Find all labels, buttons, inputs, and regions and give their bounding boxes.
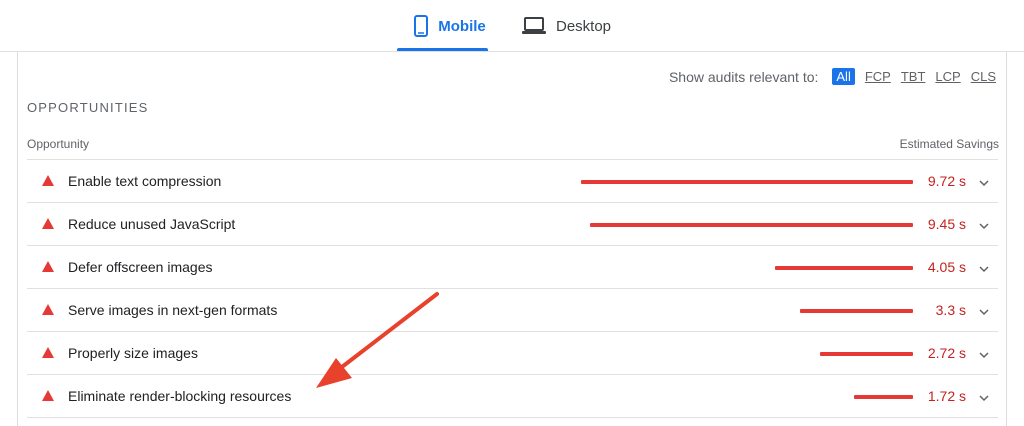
opportunity-row[interactable]: Serve images in next-gen formats 3.3 s bbox=[27, 289, 998, 332]
smartphone-icon bbox=[414, 15, 429, 37]
filter-chip-all[interactable]: All bbox=[832, 68, 855, 85]
filter-chip-fcp[interactable]: FCP bbox=[865, 69, 891, 84]
warning-triangle-icon bbox=[42, 175, 54, 186]
tab-desktop-label: Desktop bbox=[556, 17, 612, 35]
savings-bar bbox=[590, 223, 913, 227]
opportunity-title: Defer offscreen images bbox=[68, 259, 213, 275]
savings-value: 4.05 s bbox=[927, 259, 966, 275]
savings-bar bbox=[800, 309, 913, 313]
savings-bar bbox=[820, 352, 913, 356]
warning-triangle-icon bbox=[42, 304, 54, 315]
warning-triangle-icon bbox=[42, 218, 54, 229]
opportunity-row[interactable]: Properly size images 2.72 s bbox=[27, 332, 998, 375]
warning-triangle-icon bbox=[42, 390, 54, 401]
savings-bar bbox=[774, 266, 913, 270]
filter-chip-tbt[interactable]: TBT bbox=[901, 69, 926, 84]
chevron-down-icon[interactable] bbox=[979, 261, 989, 273]
filter-chip-lcp[interactable]: LCP bbox=[935, 69, 960, 84]
device-tabs-bar: Mobile Desktop bbox=[0, 0, 1024, 52]
laptop-icon bbox=[522, 17, 546, 35]
opportunity-title: Serve images in next-gen formats bbox=[68, 302, 278, 318]
savings-bar bbox=[581, 180, 913, 184]
filter-chip-cls[interactable]: CLS bbox=[971, 69, 996, 84]
savings-bar bbox=[854, 395, 913, 399]
opportunity-title: Enable text compression bbox=[68, 173, 222, 189]
tab-mobile[interactable]: Mobile bbox=[412, 0, 488, 52]
opportunities-panel: Show audits relevant to: All FCP TBT LCP… bbox=[17, 52, 1007, 426]
chevron-down-icon[interactable] bbox=[979, 218, 989, 230]
device-tabs: Mobile Desktop bbox=[0, 0, 1024, 52]
tab-mobile-label: Mobile bbox=[438, 17, 486, 35]
chevron-down-icon[interactable] bbox=[979, 347, 989, 359]
savings-value: 1.72 s bbox=[927, 388, 966, 404]
chevron-down-icon[interactable] bbox=[979, 175, 989, 187]
column-header-savings: Estimated Savings bbox=[899, 137, 999, 151]
opportunity-title: Eliminate render-blocking resources bbox=[68, 388, 292, 404]
column-header-opportunity: Opportunity bbox=[27, 137, 90, 151]
savings-value: 9.45 s bbox=[927, 216, 966, 232]
column-header: Opportunity Estimated Savings bbox=[27, 137, 999, 151]
opportunity-row[interactable]: Enable text compression 9.72 s bbox=[27, 160, 998, 203]
opportunity-row[interactable]: Defer offscreen images 4.05 s bbox=[27, 246, 998, 289]
savings-value: 3.3 s bbox=[935, 302, 966, 318]
opportunity-title: Properly size images bbox=[68, 345, 198, 361]
section-title: OPPORTUNITIES bbox=[27, 100, 149, 115]
opportunity-title: Reduce unused JavaScript bbox=[68, 216, 236, 232]
chevron-down-icon[interactable] bbox=[979, 304, 989, 316]
audit-filter: Show audits relevant to: All FCP TBT LCP… bbox=[669, 68, 996, 85]
warning-triangle-icon bbox=[42, 347, 54, 358]
opportunity-row[interactable]: Reduce unused JavaScript 9.45 s bbox=[27, 203, 998, 246]
chevron-down-icon[interactable] bbox=[979, 390, 989, 402]
savings-value: 2.72 s bbox=[927, 345, 966, 361]
opportunity-row[interactable]: Eliminate render-blocking resources 1.72… bbox=[27, 375, 998, 418]
savings-value: 9.72 s bbox=[927, 173, 966, 189]
audit-filter-label: Show audits relevant to: bbox=[668, 68, 819, 85]
tab-desktop[interactable]: Desktop bbox=[522, 0, 622, 52]
warning-triangle-icon bbox=[42, 261, 54, 272]
